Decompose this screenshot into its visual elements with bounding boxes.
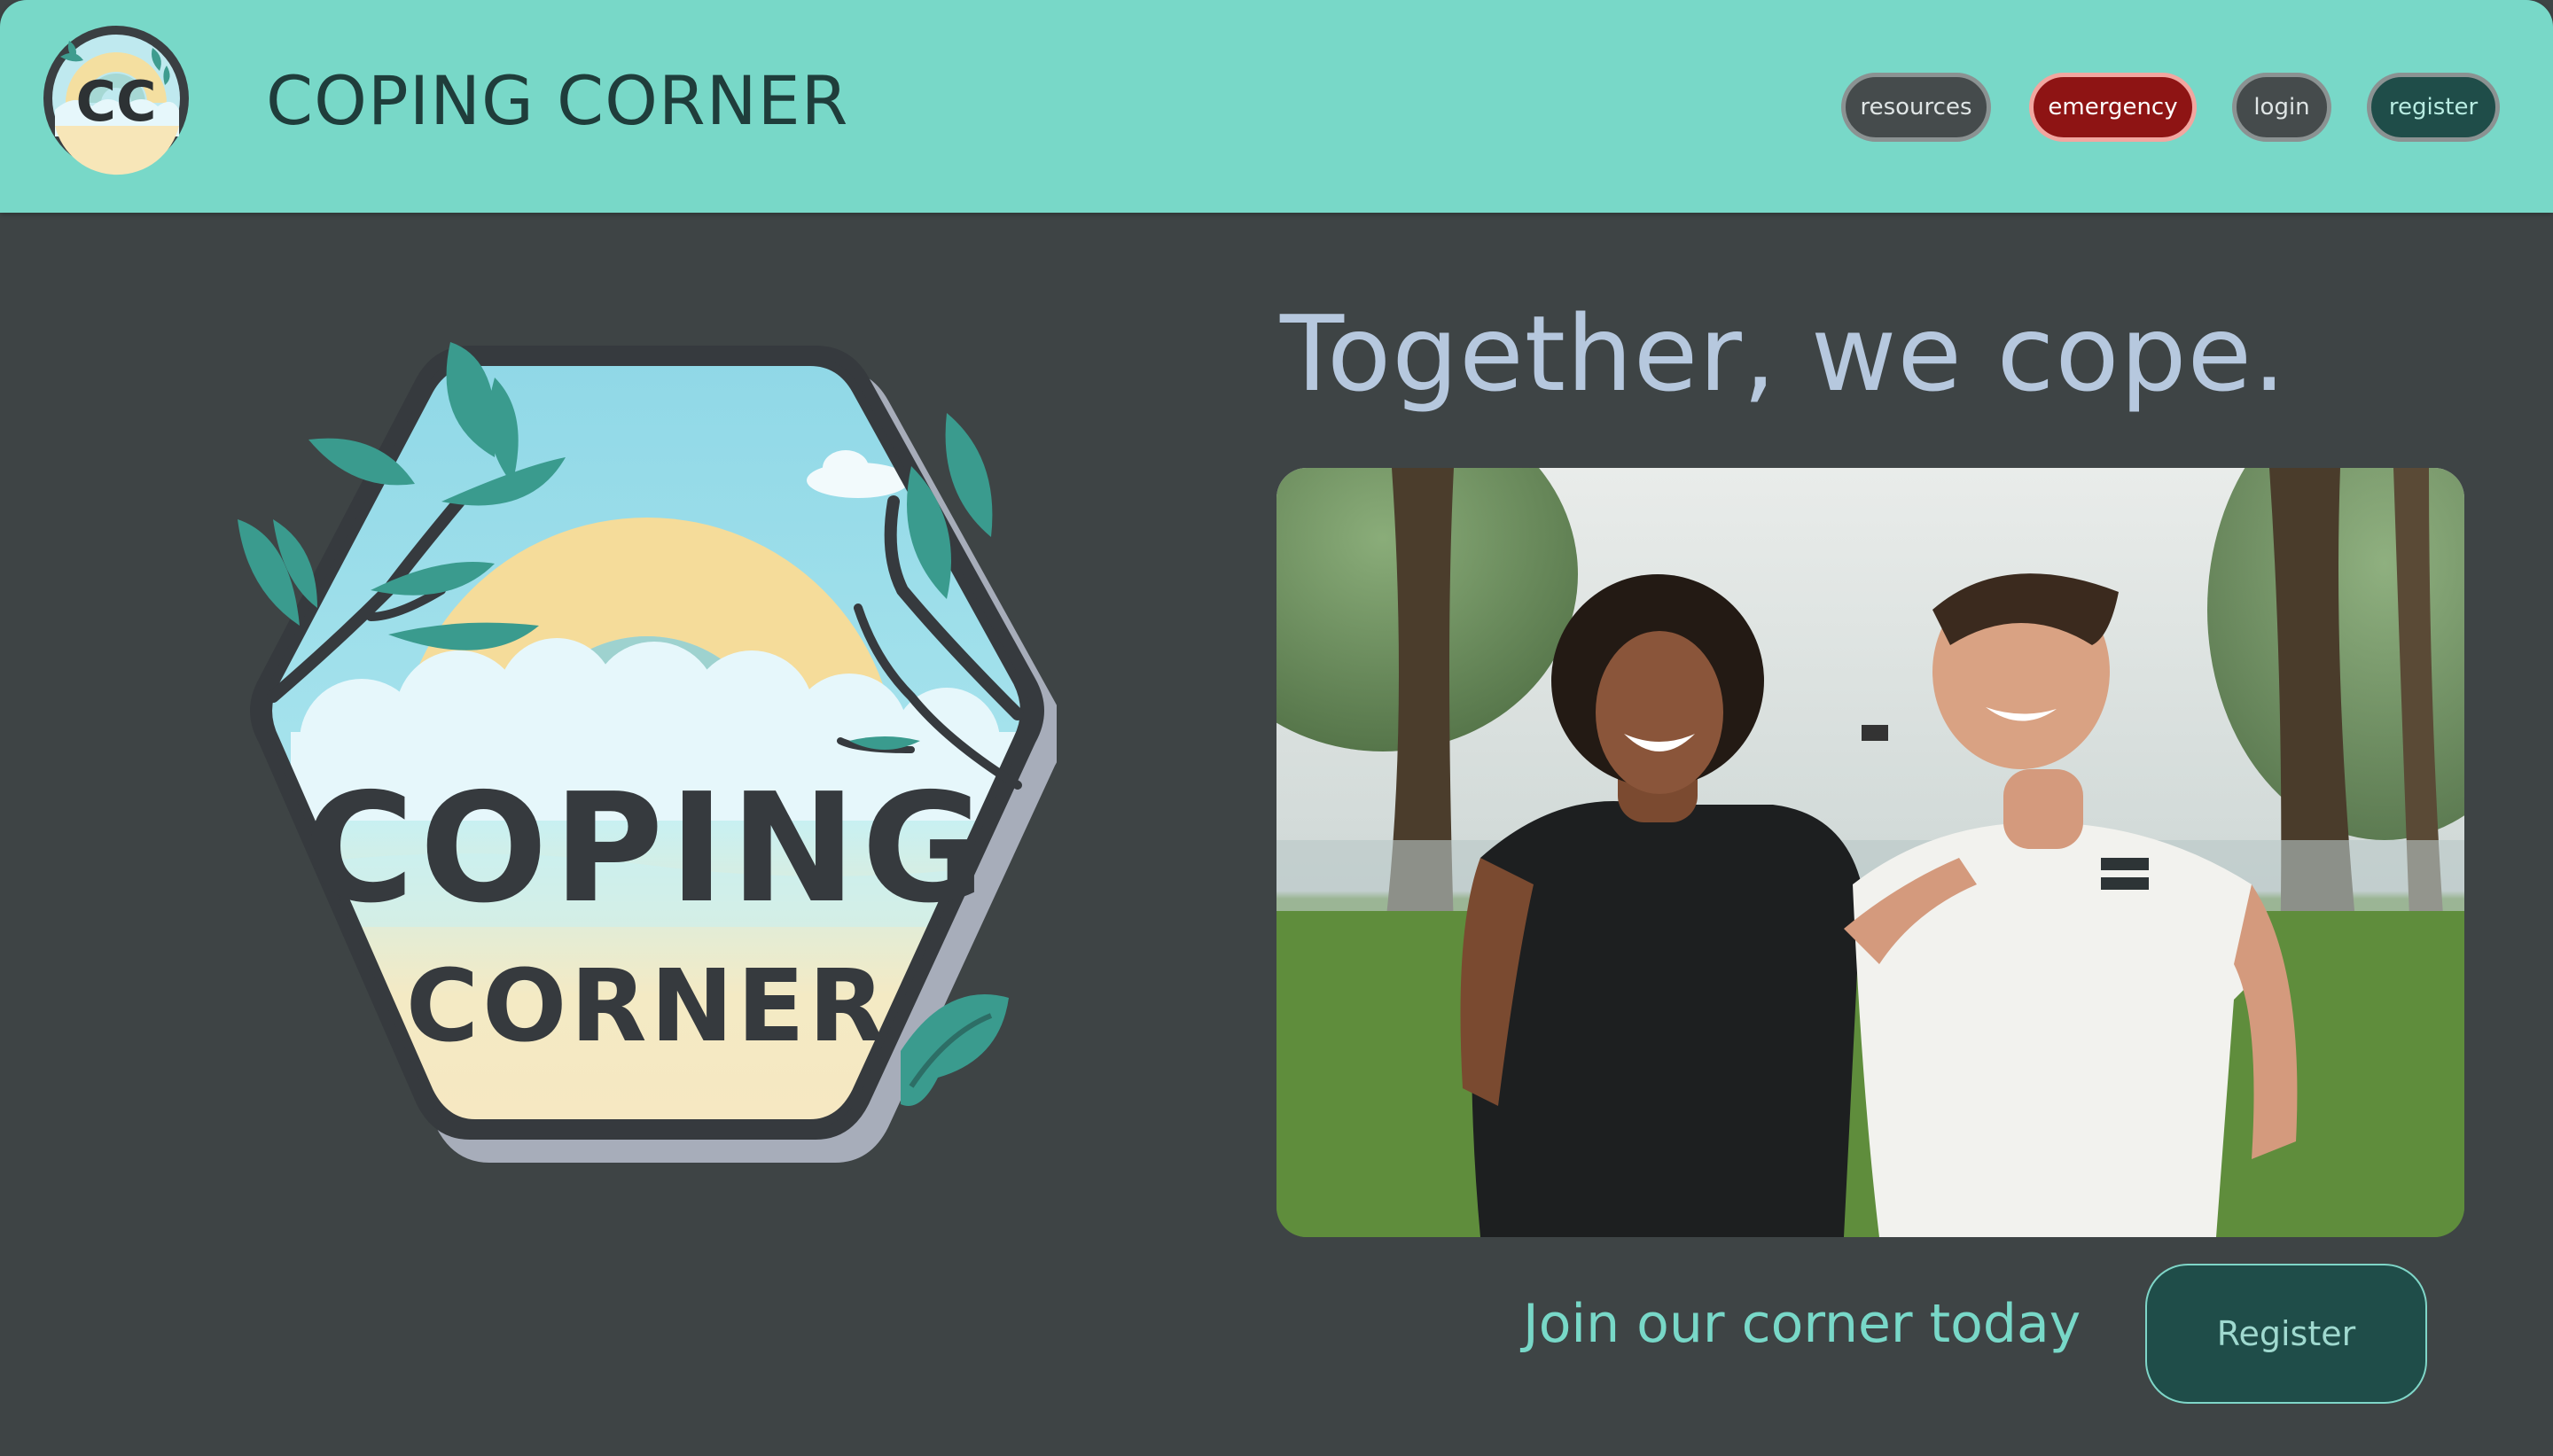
friends-in-park-image <box>1276 468 2464 1237</box>
top-navigation-bar: CC COPING CORNER resources emergency log… <box>0 0 2553 213</box>
site-title[interactable]: COPING CORNER <box>266 67 848 135</box>
register-nav-button[interactable]: register <box>2367 73 2500 142</box>
hero-photo <box>1276 468 2464 1237</box>
resources-button[interactable]: resources <box>1841 73 1991 142</box>
join-corner-text: Join our corner today <box>1523 1293 2081 1355</box>
coping-corner-badge-logo: COPING CORNER <box>238 342 1057 1163</box>
badge-text-line1: COPING <box>304 761 991 937</box>
register-cta-button[interactable]: Register <box>2145 1264 2427 1404</box>
coping-corner-logo-icon[interactable]: CC <box>39 21 193 175</box>
badge-text-line2: CORNER <box>406 949 888 1064</box>
login-button[interactable]: login <box>2232 73 2331 142</box>
logo-text: CC <box>75 69 156 134</box>
emergency-button[interactable]: emergency <box>2029 73 2197 142</box>
hero-tagline: Together, we cope. <box>1280 292 2287 415</box>
